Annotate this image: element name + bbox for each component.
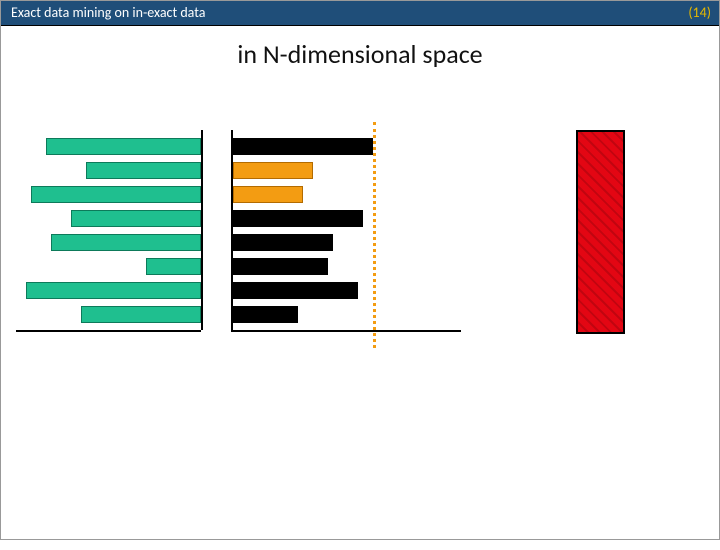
threshold-marker-line	[373, 122, 376, 348]
mid-panel-y-axis	[231, 130, 233, 330]
slide-page-number: (14)	[688, 1, 711, 25]
teal-bar-7	[26, 282, 201, 299]
left-panel-y-axis	[201, 130, 203, 330]
slide-root: Exact data mining on in-exact data (14) …	[0, 0, 720, 540]
black-bar-6	[233, 258, 328, 275]
red-match-column-fill	[578, 132, 623, 332]
teal-bar-1	[46, 138, 201, 155]
left-panel-x-axis	[16, 330, 201, 332]
teal-bar-2	[86, 162, 201, 179]
black-bar-4	[233, 210, 363, 227]
teal-bar-6	[146, 258, 201, 275]
slide-header-title: Exact data mining on in-exact data	[11, 4, 205, 21]
teal-bar-8	[81, 306, 201, 323]
orange-bar-2	[233, 162, 313, 179]
diagram-stage	[1, 70, 720, 550]
slide-title: in N-dimensional space	[1, 38, 719, 70]
mid-panel-x-axis	[231, 330, 461, 332]
slide-header-bar: Exact data mining on in-exact data (14)	[1, 1, 719, 26]
teal-bar-3	[31, 186, 201, 203]
black-bar-1	[233, 138, 373, 155]
black-bar-7	[233, 282, 358, 299]
black-bar-5	[233, 234, 333, 251]
black-bar-8	[233, 306, 298, 323]
orange-bar-3	[233, 186, 303, 203]
red-match-column	[576, 130, 625, 334]
teal-bar-5	[51, 234, 201, 251]
teal-bar-4	[71, 210, 201, 227]
